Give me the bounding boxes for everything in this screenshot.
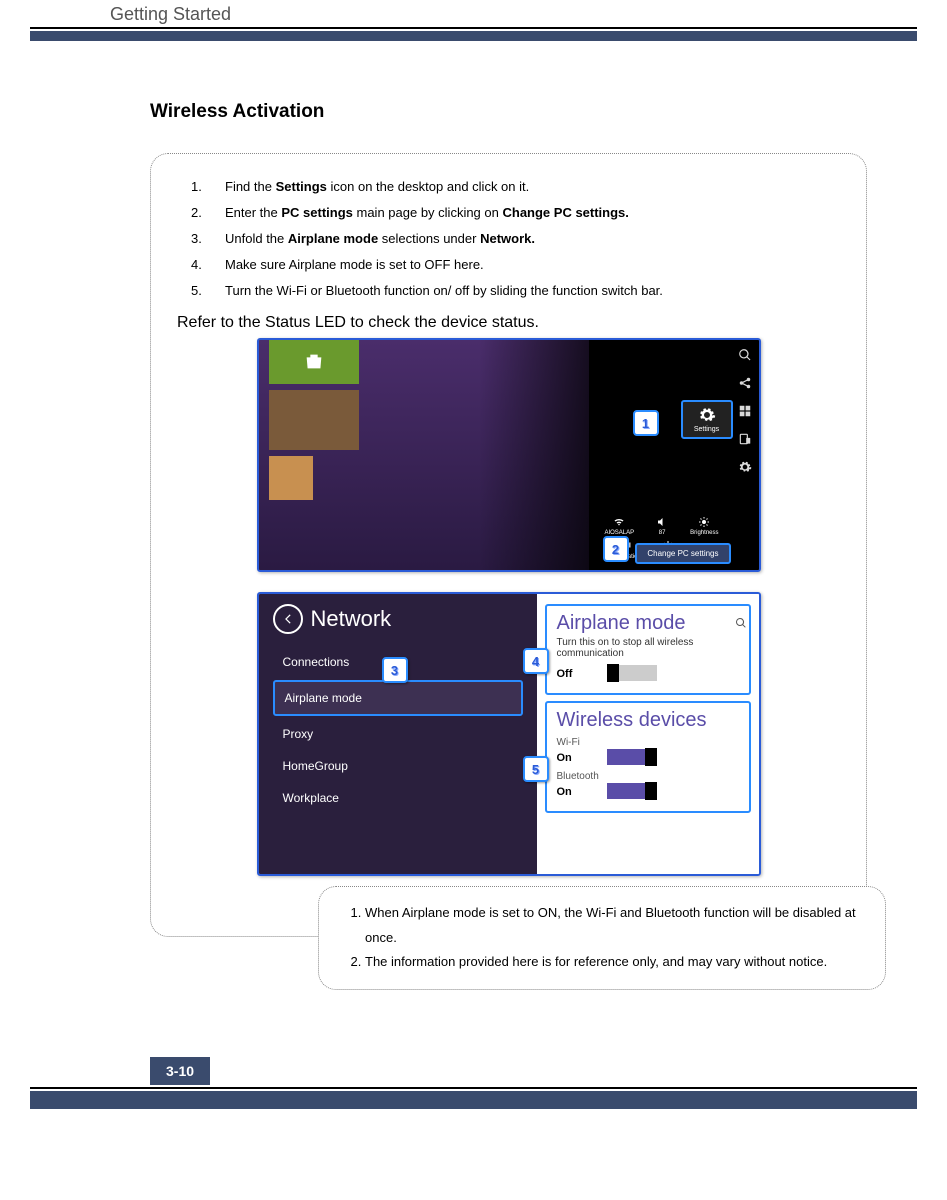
network-title: Network: [311, 606, 392, 632]
settings-flyout: Settings: [607, 400, 733, 439]
wifi-icon: [613, 516, 625, 528]
step-text: Make sure Airplane mode is set to OFF he…: [225, 257, 484, 272]
network-sidebar: Network Connections Airplane mode Proxy …: [259, 594, 537, 874]
change-pc-settings-link[interactable]: Change PC settings: [635, 543, 730, 564]
wifi-state: On: [557, 752, 587, 764]
footer-bar: [30, 1091, 917, 1109]
nav-workplace[interactable]: Workplace: [273, 782, 523, 814]
back-button[interactable]: [273, 604, 303, 634]
callout-badge-4: 4: [523, 648, 549, 674]
screenshot-network-settings: Network Connections Airplane mode Proxy …: [257, 592, 761, 876]
share-icon[interactable]: [738, 376, 752, 390]
volume-quick[interactable]: 87: [656, 516, 668, 536]
page-number: 3-10: [150, 1057, 210, 1085]
settings-label: Settings: [694, 426, 719, 433]
devices-icon[interactable]: [738, 432, 752, 446]
step-bold: Settings: [276, 179, 327, 194]
search-icon: [735, 617, 747, 629]
store-icon: [303, 351, 325, 373]
step-item: Enter the PC settings main page by click…: [177, 200, 840, 226]
airplane-state: Off: [557, 668, 587, 680]
network-header: Network: [273, 604, 523, 634]
airplane-toggle[interactable]: [607, 665, 657, 681]
search-button[interactable]: [735, 616, 747, 634]
step-item: Make sure Airplane mode is set to OFF he…: [177, 252, 840, 278]
section-title: Wireless Activation: [150, 101, 867, 123]
gear-icon: [698, 406, 716, 424]
photo-tile[interactable]: [269, 390, 359, 450]
page: Getting Started Wireless Activation Find…: [0, 0, 947, 1109]
quick-label: Brightness: [690, 530, 718, 536]
settings-icon[interactable]: [738, 460, 752, 474]
callout-badge-3: 3: [382, 657, 408, 683]
page-footer: 3-10: [0, 1057, 947, 1109]
step-text: Unfold the: [225, 231, 288, 246]
step-item: Unfold the Airplane mode selections unde…: [177, 226, 840, 252]
arrow-left-icon: [281, 612, 295, 626]
search-icon[interactable]: [738, 348, 752, 362]
airplane-panel-sub: Turn this on to stop all wireless commun…: [557, 637, 739, 659]
network-quick[interactable]: AIOSALAP: [604, 516, 634, 536]
charms-bar: [735, 340, 755, 570]
wireless-panel-title: Wireless devices: [557, 709, 739, 732]
start-screen: [259, 340, 589, 570]
fade-overlay: [479, 340, 589, 570]
charms-panel: Settings 1 AIOSALAP 87 Brightness Notifi…: [589, 340, 759, 570]
note-callout-box: When Airplane mode is set to ON, the Wi-…: [318, 886, 886, 990]
chapter-title: Getting Started: [30, 0, 917, 29]
wifi-label: Wi-Fi: [557, 737, 739, 748]
callout-badge-2: 2: [603, 536, 629, 562]
note-list: When Airplane mode is set to ON, the Wi-…: [347, 901, 867, 975]
page-header: Getting Started: [0, 0, 947, 41]
bluetooth-toggle[interactable]: [607, 783, 657, 799]
bluetooth-label: Bluetooth: [557, 771, 739, 782]
step-text: selections under: [378, 231, 480, 246]
instruction-box: Find the Settings icon on the desktop an…: [150, 153, 867, 937]
brightness-icon: [698, 516, 710, 528]
bluetooth-state: On: [557, 786, 587, 798]
screenshot-start-charms: Settings 1 AIOSALAP 87 Brightness Notifi…: [257, 338, 761, 572]
toggle-knob: [607, 664, 619, 682]
nav-airplane-mode[interactable]: Airplane mode: [273, 680, 523, 716]
content-area: Wireless Activation Find the Settings ic…: [0, 41, 947, 957]
brightness-quick[interactable]: Brightness: [690, 516, 718, 536]
step-bold: PC settings: [281, 205, 353, 220]
step-extra: Refer to the Status LED to check the dev…: [177, 314, 840, 332]
step-bold: Airplane mode: [288, 231, 378, 246]
step-text: icon on the desktop and click on it.: [327, 179, 529, 194]
step-text: Find the: [225, 179, 276, 194]
step-item: Turn the Wi-Fi or Bluetooth function on/…: [177, 278, 840, 304]
callout-badge-1: 1: [633, 410, 659, 436]
steps-list: Find the Settings icon on the desktop an…: [177, 174, 840, 304]
settings-charm-highlight[interactable]: Settings: [681, 400, 733, 439]
toggle-knob: [645, 782, 657, 800]
step-text: main page by clicking on: [353, 205, 503, 220]
quick-label: 87: [659, 530, 666, 536]
note-item: The information provided here is for ref…: [365, 950, 867, 975]
header-accent-bar: [30, 31, 917, 41]
wifi-toggle[interactable]: [607, 749, 657, 765]
volume-icon: [656, 516, 668, 528]
note-item: When Airplane mode is set to ON, the Wi-…: [365, 901, 867, 950]
callout-badge-5: 5: [523, 756, 549, 782]
store-tile[interactable]: [269, 340, 359, 384]
airplane-mode-panel: Airplane mode Turn this on to stop all w…: [545, 604, 751, 695]
start-icon[interactable]: [738, 404, 752, 418]
airplane-panel-title: Airplane mode: [557, 612, 739, 635]
step-item: Find the Settings icon on the desktop an…: [177, 174, 840, 200]
step-bold: Change PC settings.: [502, 205, 628, 220]
nav-proxy[interactable]: Proxy: [273, 718, 523, 750]
quick-settings-row: AIOSALAP 87 Brightness: [604, 516, 718, 536]
photo-tile-small[interactable]: [269, 456, 313, 500]
toggle-knob: [645, 748, 657, 766]
wireless-devices-panel: Wireless devices Wi-Fi On Bluetooth On: [545, 701, 751, 813]
step-bold: Network.: [480, 231, 535, 246]
step-text: Enter the: [225, 205, 281, 220]
network-detail-pane: Airplane mode Turn this on to stop all w…: [537, 594, 759, 874]
step-text: Turn the Wi-Fi or Bluetooth function on/…: [225, 283, 663, 298]
footer-line: [30, 1087, 917, 1089]
nav-homegroup[interactable]: HomeGroup: [273, 750, 523, 782]
